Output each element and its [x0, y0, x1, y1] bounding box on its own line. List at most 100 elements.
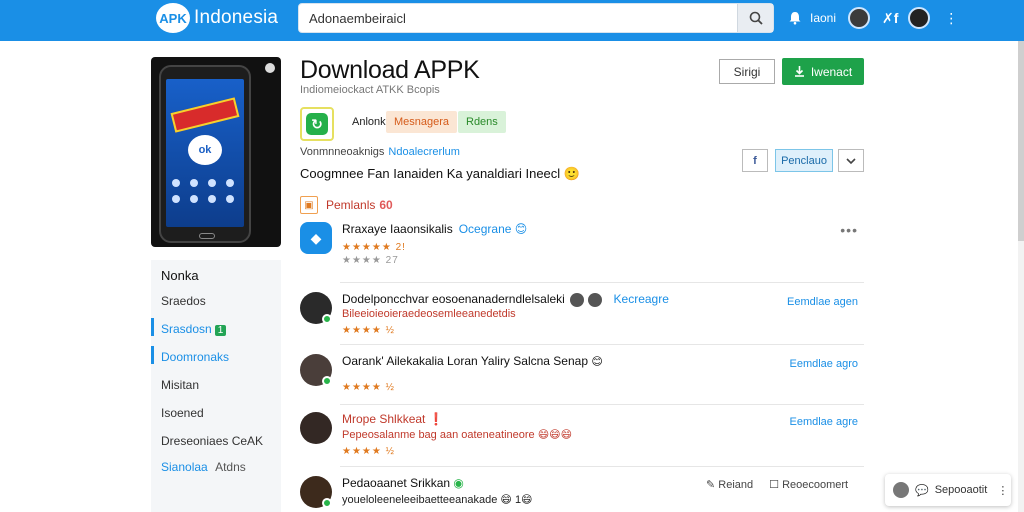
sidebar-item[interactable]: Sianolaa Atdns: [161, 460, 246, 474]
app-description: Coogmnee Fan Ianaiden Ka yanaldiari Inee…: [300, 166, 580, 181]
comments-label: Pemlanls: [326, 198, 376, 212]
download-label: Iwenact: [810, 64, 853, 79]
comments-header: ▣ Pemlanls 60: [300, 195, 393, 215]
online-status-icon: [322, 498, 332, 508]
page-subtitle: Indiomeiockact ATKK Bcopis: [300, 84, 440, 96]
sidebar-active-indicator: [151, 318, 154, 336]
camera-dot-icon: [265, 63, 275, 73]
recommend-action[interactable]: ☐ Reoecoomert: [769, 478, 848, 491]
more-vertical-icon[interactable]: ⋮: [944, 10, 958, 27]
mini-avatar: [570, 292, 585, 307]
comment-tag[interactable]: Kecreagre: [614, 292, 669, 306]
sidebar-active-indicator: [151, 346, 154, 364]
bell-icon: [789, 12, 801, 25]
pencil-icon: ✎: [706, 479, 716, 491]
user-menu[interactable]: Iaoni: [788, 6, 871, 30]
avatar[interactable]: [848, 7, 871, 29]
comment-text: Bileeioieoieraedeosemleeanedetdis: [342, 308, 516, 320]
comment-date[interactable]: Eemdlae agro: [790, 358, 859, 370]
reload-label: Reiand: [718, 479, 754, 491]
scrollbar-thumb[interactable]: [1018, 41, 1024, 241]
comment-icon: ▣: [300, 196, 318, 214]
sidebar-item[interactable]: Dreseoniaes CeAK: [161, 434, 263, 448]
rating-text: ★★★★ 27: [342, 255, 399, 266]
facebook-icon: f: [753, 154, 757, 167]
sidebar-item-suffix: Atdns: [215, 460, 246, 474]
search-input[interactable]: [309, 4, 729, 32]
share-button[interactable]: Penclauo: [775, 149, 833, 172]
comment-text: Pepeosalanme bag aan oateneatineore 😄😄😄: [342, 429, 573, 441]
comment-author-name: Dodelponcchvar eosoenanaderndlelsaleki: [342, 292, 565, 306]
sidebar-item[interactable]: Sraedos: [161, 294, 206, 308]
online-status-icon: [322, 376, 332, 386]
comment-rating: ★★★★ ½: [342, 382, 395, 393]
top-bar: APK Indonesia Iaoni ✗f ⋮: [0, 0, 1024, 41]
meta-link[interactable]: Ndoalecrerlum: [388, 146, 460, 158]
reload-action[interactable]: ✎ Reiand: [706, 478, 753, 491]
comment-author-name: Pedaoaanet Srikkan: [342, 476, 451, 490]
facebook-share-button[interactable]: f: [742, 149, 768, 172]
support-label: Sepooaotit: [934, 484, 988, 496]
recommend-label: Reoecoomert: [782, 479, 849, 491]
sidebar-item-active[interactable]: Srasdosn 1: [161, 322, 227, 336]
share-dropdown-button[interactable]: [838, 149, 864, 172]
site-logo[interactable]: APK Indonesia: [156, 2, 278, 34]
sidebar-item[interactable]: Isoened: [161, 406, 204, 420]
comment-author-name: Mrope Shlkkeat ❗: [342, 412, 444, 426]
verified-icon: ◉: [453, 476, 464, 490]
phone-screen: ok: [166, 79, 244, 227]
sidebar: Nonka Sraedos Srasdosn 1 Doomronaks Misit…: [151, 260, 281, 512]
emoji: 😊: [591, 356, 603, 368]
comment-author: Mrope Shlkkeat ❗: [342, 412, 444, 426]
meta-line: Vonmnneoaknigs Ndoalecrerlum: [300, 146, 460, 158]
user-avatar: [300, 412, 332, 444]
xf-icon[interactable]: ✗f: [882, 10, 898, 27]
download-icon: [794, 66, 804, 77]
comment-rating-secondary: ★★★★ 27: [342, 255, 399, 266]
comment-author: Dodelponcchvar eosoenanaderndlelsaleki K…: [342, 292, 669, 307]
comment-item: Dodelponcchvar eosoenanaderndlelsaleki K…: [300, 292, 864, 342]
chat-bubble-icon: 💬: [915, 484, 929, 497]
comment-author-name: Oarank' Ailekakalia Loran Yaliry Salcna …: [342, 354, 588, 368]
comment-rating: ★★★★ ½: [342, 325, 395, 336]
support-chat-button[interactable]: 💬 Sepooaotit ⋮: [885, 474, 1011, 506]
divider: [340, 282, 864, 283]
search-button[interactable]: [737, 4, 773, 32]
online-status-icon: [322, 314, 332, 324]
search-icon: [749, 11, 763, 25]
more-vertical-icon[interactable]: ⋮: [997, 484, 1008, 497]
mini-avatar: [588, 292, 603, 307]
search-box: [298, 3, 774, 33]
comment-author: Pedaoaanet Srikkan ◉: [342, 476, 464, 490]
comment-tag[interactable]: Ocegrane 😊: [459, 222, 528, 236]
comment-rating: ★★★★★ 2!: [342, 242, 406, 253]
count-badge: 1: [214, 325, 227, 336]
chevron-down-icon: [846, 157, 856, 164]
app-icon: ↻: [300, 107, 334, 141]
sidebar-item[interactable]: Doomronaks: [161, 350, 229, 364]
download-button[interactable]: Iwenact: [782, 58, 864, 85]
refresh-icon: ↻: [306, 113, 328, 135]
logo-badge: APK: [156, 3, 190, 33]
screen-logo: ok: [188, 135, 222, 165]
meta-label: Vonmnneoaknigs: [300, 146, 385, 158]
sidebar-heading: Nonka: [161, 268, 199, 283]
sidebar-item[interactable]: Misitan: [161, 378, 199, 392]
app-screenshot[interactable]: ok: [151, 57, 281, 247]
tag[interactable]: Rdens: [458, 111, 506, 133]
home-button: [199, 233, 215, 239]
comment-date[interactable]: Eemdlae agen: [787, 296, 858, 308]
screen-banner: [170, 97, 240, 133]
comment-date[interactable]: Eemdlae agre: [790, 416, 859, 428]
phone-frame: ok: [159, 65, 251, 243]
sidebar-item-label: Sianolaa: [161, 460, 208, 474]
secondary-button[interactable]: Sirigi: [719, 59, 775, 84]
more-horizontal-icon[interactable]: •••: [840, 222, 858, 238]
app-avatar: ◆: [300, 222, 332, 254]
comment-author-name: Rraxaye Iaaonsikalis: [342, 222, 453, 236]
comments-count: 60: [379, 198, 393, 212]
tag[interactable]: Mesnagera: [386, 111, 458, 133]
profile-avatar[interactable]: [908, 7, 931, 29]
header-actions: ✗f ⋮: [882, 6, 958, 30]
page-title: Download APPK: [300, 56, 480, 84]
